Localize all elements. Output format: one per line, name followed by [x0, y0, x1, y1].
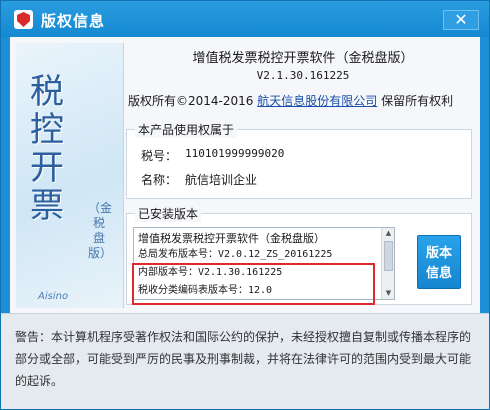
copyright-dialog: 版权信息 ✕ 税 控 开 票 （金税盘版） Aisino 增值税发票税控开票软件… — [0, 0, 490, 410]
scroll-up-icon[interactable]: ▲ — [384, 229, 393, 238]
license-legend: 本产品使用权属于 — [135, 121, 238, 138]
list-item: 总局发布版本号：V2.0.12_ZS_20161225 — [138, 249, 333, 260]
highlight-annotation — [132, 263, 375, 305]
aisino-logo: Aisino — [38, 291, 69, 302]
version-info-button[interactable]: 版本 信息 — [417, 235, 461, 289]
product-banner: 税 控 开 票 （金税盘版） Aisino — [16, 43, 124, 308]
app-shield-icon — [14, 10, 33, 29]
tax-id-value: 110101999999020 — [185, 147, 285, 160]
copyright-prefix: 版权所有©2014-2016 — [128, 94, 254, 108]
copyright-line: 版权所有©2014-2016 航天信息股份有限公司 保留所有权利 — [128, 92, 453, 109]
scroll-thumb[interactable] — [384, 241, 393, 271]
company-name-value: 航信培训企业 — [185, 173, 258, 187]
product-version: V2.1.30.161225 — [256, 69, 350, 82]
copyright-suffix: 保留所有权利 — [381, 94, 454, 108]
license-group: 本产品使用权属于 税号： 110101999999020 名称： 航信培训企业 — [126, 121, 472, 199]
close-button[interactable]: ✕ — [443, 10, 479, 30]
banner-title: 税 控 开 票 — [30, 72, 64, 226]
company-name-label: 名称： — [141, 173, 178, 187]
listbox-scrollbar[interactable]: ▲ ▼ — [381, 228, 394, 299]
product-title: 增值税发票税控开票软件（金税盘版） — [192, 51, 414, 66]
legal-warning-text: 警告：本计算机程序受著作权法和国际公约的保护，未经授权擅自复制或传播本程序的部分… — [15, 330, 472, 388]
installed-legend: 已安装版本 — [135, 205, 202, 222]
title-bar[interactable]: 版权信息 ✕ — [1, 1, 489, 37]
scroll-down-icon[interactable]: ▼ — [384, 289, 393, 298]
legal-warning-panel: 警告：本计算机程序受著作权法和国际公约的保护，未经授权擅自复制或传播本程序的部分… — [1, 313, 489, 409]
list-item: 增值税发票税控开票软件（金税盘版） — [138, 232, 325, 245]
company-name-row: 名称： 航信培训企业 — [141, 171, 257, 188]
window-title: 版权信息 — [41, 12, 106, 30]
tax-id-label: 税号： — [141, 149, 178, 163]
banner-edition-text: （金税盘版） — [88, 201, 113, 260]
tax-id-row: 税号： 110101999999020 — [141, 147, 284, 164]
company-link[interactable]: 航天信息股份有限公司 — [257, 94, 377, 108]
